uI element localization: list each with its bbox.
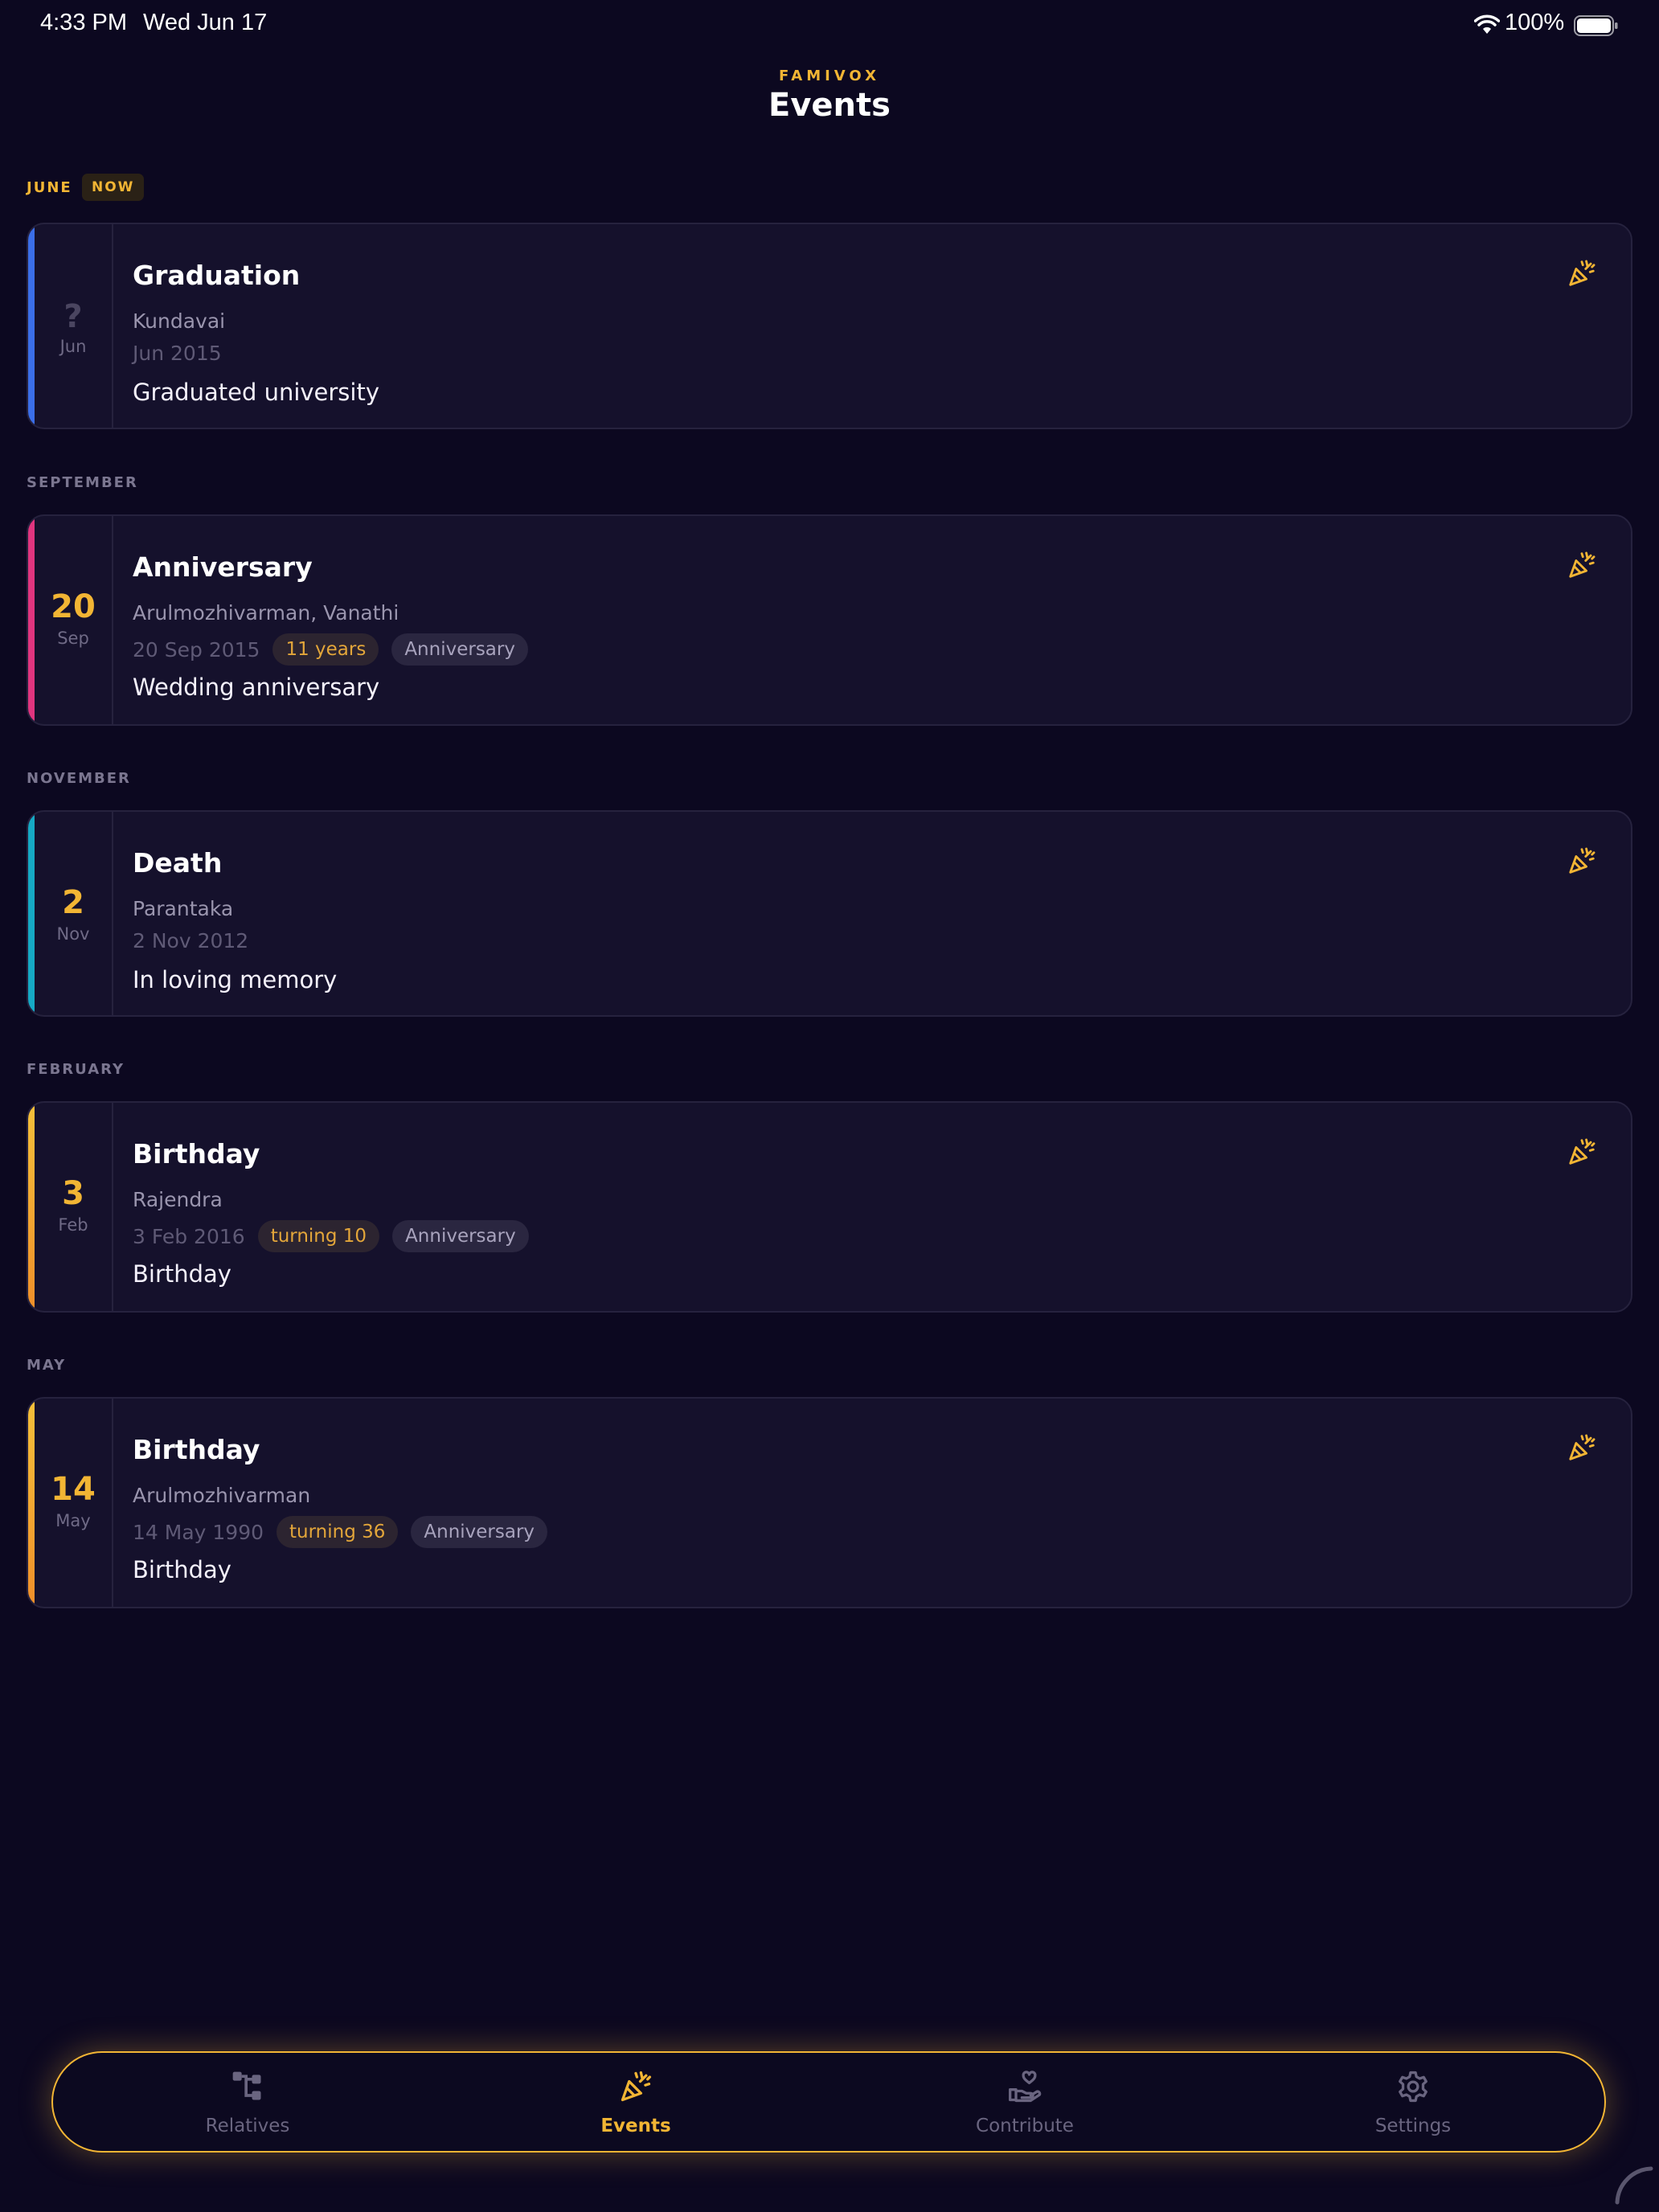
status-bar: 4:33 PM Wed Jun 17 100%: [0, 0, 1659, 51]
card-date: 20 Sep 2015: [133, 637, 260, 662]
type-chip: Anniversary: [411, 1516, 548, 1548]
party-popper-icon: [621, 2071, 652, 2102]
events-screen: 4:33 PM Wed Jun 17 100% FAMIVOX Events J…: [0, 0, 1659, 2212]
battery-percent: 100%: [1505, 10, 1565, 35]
party-popper-icon[interactable]: [1567, 1432, 1597, 1463]
years-chip: 11 years: [272, 633, 379, 666]
card-title: Anniversary: [133, 551, 313, 583]
card-meta: 2 Nov 2012: [133, 929, 248, 952]
card-month: Feb: [58, 1215, 88, 1235]
card-accent-bar: [28, 516, 35, 724]
event-card-anniversary[interactable]: 20 Sep Anniversary Arulmozhivarman, Vana…: [27, 514, 1632, 726]
card-date: 14 May 1990: [133, 1520, 264, 1544]
card-month: Jun: [59, 337, 87, 356]
card-day: 2: [62, 884, 84, 921]
card-date-column: 14 May: [35, 1399, 113, 1607]
tab-label: Events: [600, 2116, 671, 2136]
section-label-september: SEPTEMBER: [27, 474, 138, 491]
wifi-icon: [1474, 14, 1500, 34]
card-date: 2 Nov 2012: [133, 929, 249, 952]
card-people: Parantaka: [133, 897, 234, 920]
card-day: 3: [62, 1175, 84, 1212]
card-date-column: 3 Feb: [35, 1103, 113, 1311]
section-label-november: NOVEMBER: [27, 770, 131, 787]
card-day: ?: [63, 298, 83, 335]
section-label-may: MAY: [27, 1357, 67, 1374]
app-name: FAMIVOX: [779, 68, 880, 84]
card-month: May: [55, 1511, 91, 1530]
card-date-column: 20 Sep: [35, 516, 113, 724]
status-time: 4:33 PM: [40, 10, 127, 35]
card-accent-bar: [28, 1399, 35, 1607]
section-label-february: FEBRUARY: [27, 1061, 125, 1078]
card-description: In loving memory: [133, 966, 338, 993]
card-people: Rajendra: [133, 1188, 223, 1211]
party-popper-icon[interactable]: [1567, 1137, 1597, 1167]
bottom-tab-bar: Relatives Events Contribute Settings: [51, 2051, 1606, 2153]
card-accent-bar: [28, 812, 35, 1015]
card-title: Graduation: [133, 260, 301, 291]
battery-icon: [1574, 15, 1618, 36]
card-meta: 3 Feb 2016 turning 10 Anniversary: [133, 1220, 529, 1252]
card-date-column: 2 Nov: [35, 812, 113, 1015]
tab-label: Relatives: [205, 2116, 290, 2136]
card-date: 3 Feb 2016: [133, 1224, 245, 1248]
card-title: Birthday: [133, 1434, 260, 1465]
party-popper-icon[interactable]: [1567, 258, 1597, 289]
card-accent-bar: [28, 1103, 35, 1311]
card-day: 20: [51, 588, 96, 625]
card-people: Arulmozhivarman: [133, 1484, 311, 1507]
card-meta: Jun 2015: [133, 342, 222, 365]
status-date: Wed Jun 17: [143, 10, 268, 35]
card-description: Birthday: [133, 1260, 231, 1288]
card-people: Kundavai: [133, 309, 226, 333]
tab-relatives[interactable]: Relatives: [127, 2053, 368, 2151]
event-card-birthday-arulmozhivarman[interactable]: 14 May Birthday Arulmozhivarman 14 May 1…: [27, 1397, 1632, 1608]
card-meta: 20 Sep 2015 11 years Anniversary: [133, 633, 528, 666]
event-card-graduation[interactable]: ? Jun Graduation Kundavai Jun 2015 Gradu…: [27, 223, 1632, 429]
home-indicator: [1615, 2166, 1653, 2205]
tab-label: Contribute: [976, 2116, 1074, 2136]
tab-contribute[interactable]: Contribute: [904, 2053, 1145, 2151]
card-meta: 14 May 1990 turning 36 Anniversary: [133, 1516, 548, 1548]
heart-hand-icon: [1009, 2071, 1042, 2103]
type-chip: Anniversary: [392, 1220, 529, 1252]
card-description: Wedding anniversary: [133, 674, 380, 701]
page-title: Events: [768, 87, 891, 124]
card-date: Jun 2015: [133, 342, 222, 365]
card-month: Nov: [56, 924, 90, 944]
event-card-death[interactable]: 2 Nov Death Parantaka 2 Nov 2012 In lovi…: [27, 810, 1632, 1017]
card-description: Graduated university: [133, 379, 380, 406]
tab-label: Settings: [1374, 2116, 1452, 2136]
card-date-column: ? Jun: [35, 224, 113, 428]
tab-settings[interactable]: Settings: [1292, 2053, 1534, 2151]
section-label-june: JUNE: [27, 179, 72, 196]
event-card-birthday-rajendra[interactable]: 3 Feb Birthday Rajendra 3 Feb 2016 turni…: [27, 1101, 1632, 1313]
card-title: Death: [133, 847, 223, 879]
age-chip: turning 36: [276, 1516, 399, 1548]
family-tree-icon: [232, 2071, 261, 2100]
type-chip: Anniversary: [391, 633, 528, 666]
card-title: Birthday: [133, 1138, 260, 1169]
age-chip: turning 10: [257, 1220, 380, 1252]
now-badge: NOW: [82, 174, 145, 201]
card-month: Sep: [57, 629, 89, 648]
party-popper-icon[interactable]: [1567, 846, 1597, 876]
tab-events[interactable]: Events: [515, 2053, 756, 2151]
gear-icon: [1399, 2071, 1428, 2103]
card-people: Arulmozhivarman, Vanathi: [133, 601, 399, 625]
party-popper-icon[interactable]: [1567, 550, 1597, 580]
card-accent-bar: [28, 224, 35, 428]
card-day: 14: [51, 1471, 96, 1508]
card-description: Birthday: [133, 1556, 231, 1583]
